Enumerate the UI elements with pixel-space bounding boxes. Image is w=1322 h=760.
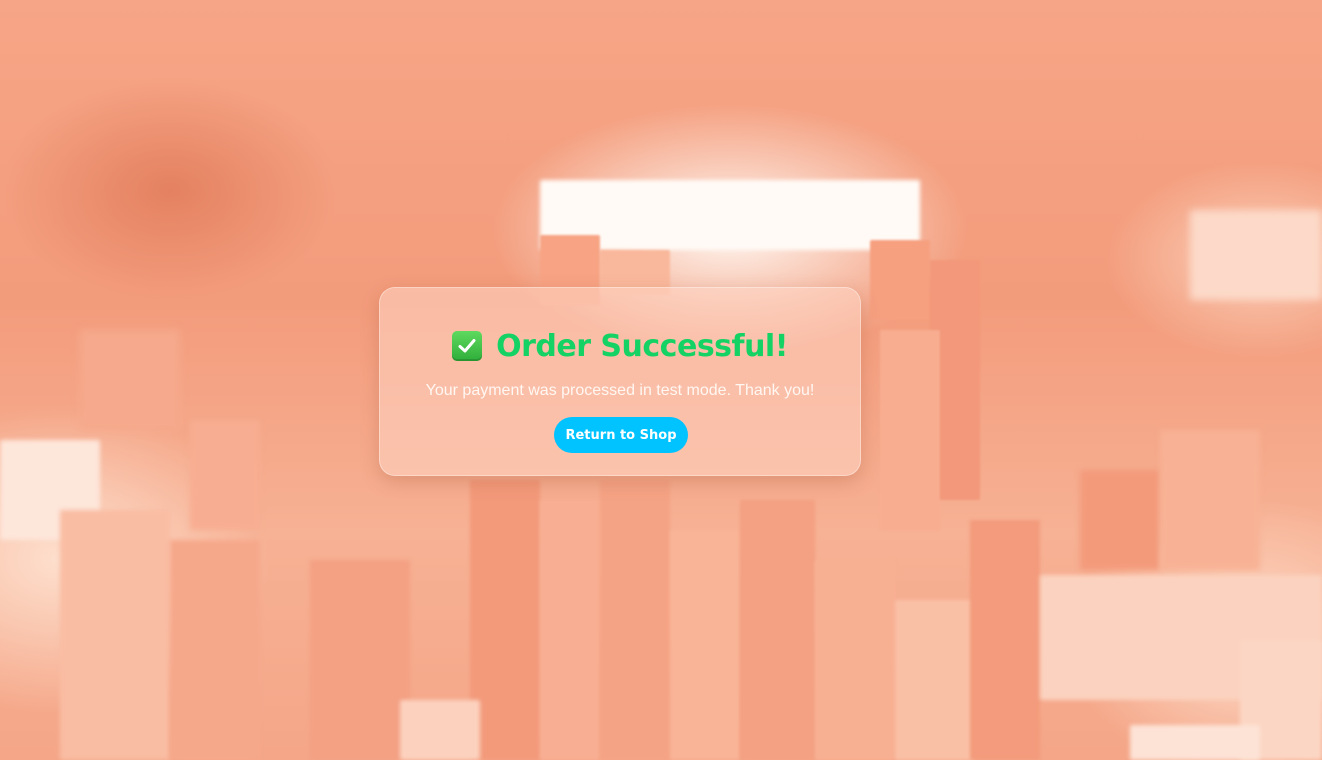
bg-cube <box>740 500 815 760</box>
bg-cube <box>600 480 670 760</box>
bg-cube <box>670 530 740 760</box>
bg-cube <box>1160 430 1260 570</box>
bg-cube <box>815 560 895 760</box>
page-title: Order Successful! <box>496 328 788 364</box>
bg-cube <box>895 600 975 760</box>
bg-cube <box>470 480 540 760</box>
bg-cube <box>1080 470 1160 570</box>
bg-cube <box>1130 725 1260 760</box>
bg-cube <box>170 540 260 760</box>
bg-cube <box>60 510 170 760</box>
bg-cube <box>80 330 180 430</box>
bg-cube <box>880 330 940 530</box>
check-mark-button-icon <box>452 331 483 361</box>
bg-cube <box>190 420 260 530</box>
bg-cube <box>540 500 600 760</box>
bg-cube <box>970 520 1040 760</box>
bg-cube <box>310 560 410 760</box>
bg-cube <box>870 240 930 320</box>
return-to-shop-button[interactable]: Return to Shop <box>554 417 688 453</box>
check-mark-icon <box>458 339 476 353</box>
bg-cube <box>1190 210 1322 300</box>
bg-cube <box>400 700 480 760</box>
title-row: Order Successful! <box>380 328 860 364</box>
order-success-card: Order Successful! Your payment was proce… <box>379 287 861 476</box>
confirmation-message: Your payment was processed in test mode.… <box>425 382 815 399</box>
